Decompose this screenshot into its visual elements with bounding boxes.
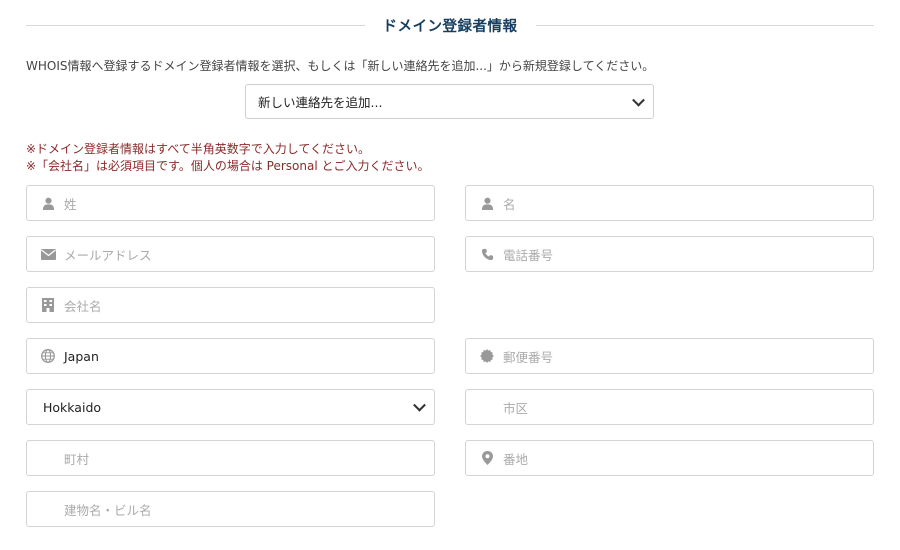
city-placeholder: 市区: [503, 400, 529, 416]
company-field[interactable]: 会社名: [26, 287, 435, 323]
prefecture-select[interactable]: Hokkaido: [26, 389, 435, 425]
note-alphanumeric: ※ドメイン登録者情報はすべて半角英数字で入力してください。: [26, 142, 371, 156]
postal-code-placeholder: 郵便番号: [503, 349, 554, 365]
postal-seal-icon: [479, 348, 495, 364]
note-company-required: ※「会社名」は必須項目です。個人の場合は Personal とご入力ください。: [26, 159, 430, 173]
map-marker-icon: [479, 450, 495, 466]
phone-field[interactable]: 電話番号: [465, 236, 874, 272]
town-field[interactable]: 町村: [26, 440, 435, 476]
user-icon: [40, 195, 56, 211]
user-icon: [479, 195, 495, 211]
prefecture-value: Hokkaido: [43, 399, 102, 415]
last-name-field[interactable]: 姓: [26, 185, 435, 221]
divider-left: [26, 24, 365, 26]
building-icon: [40, 297, 56, 313]
contact-select-value: 新しい連絡先を追加...: [258, 95, 383, 110]
city-field[interactable]: 市区: [465, 389, 874, 425]
company-placeholder: 会社名: [64, 298, 102, 314]
street-field[interactable]: 番地: [465, 440, 874, 476]
divider-right: [535, 24, 874, 26]
phone-placeholder: 電話番号: [503, 247, 554, 263]
building-name-field[interactable]: 建物名・ビル名: [26, 491, 435, 527]
envelope-icon: [40, 246, 56, 262]
intro-text: WHOIS情報へ登録するドメイン登録者情報を選択、もしくは「新しい連絡先を追加.…: [26, 59, 655, 73]
section-header: ドメイン登録者情報: [26, 12, 874, 38]
email-field[interactable]: メールアドレス: [26, 236, 435, 272]
notes: ※ドメイン登録者情報はすべて半角英数字で入力してください。 ※「会社名」は必須項…: [26, 141, 430, 175]
town-placeholder: 町村: [64, 451, 90, 467]
chevron-down-icon: [413, 398, 426, 412]
contact-select[interactable]: 新しい連絡先を追加...: [245, 84, 654, 119]
first-name-field[interactable]: 名: [465, 185, 874, 221]
last-name-placeholder: 姓: [64, 196, 77, 212]
country-field[interactable]: Japan: [26, 338, 435, 374]
section-title: ドメイン登録者情報: [382, 18, 518, 35]
postal-code-field[interactable]: 郵便番号: [465, 338, 874, 374]
globe-icon: [40, 348, 56, 364]
chevron-down-icon: [632, 93, 645, 107]
country-value: Japan: [64, 348, 99, 364]
email-placeholder: メールアドレス: [64, 247, 152, 263]
first-name-placeholder: 名: [503, 196, 516, 212]
street-placeholder: 番地: [503, 451, 529, 467]
phone-icon: [479, 246, 495, 262]
building-placeholder: 建物名・ビル名: [64, 502, 152, 518]
